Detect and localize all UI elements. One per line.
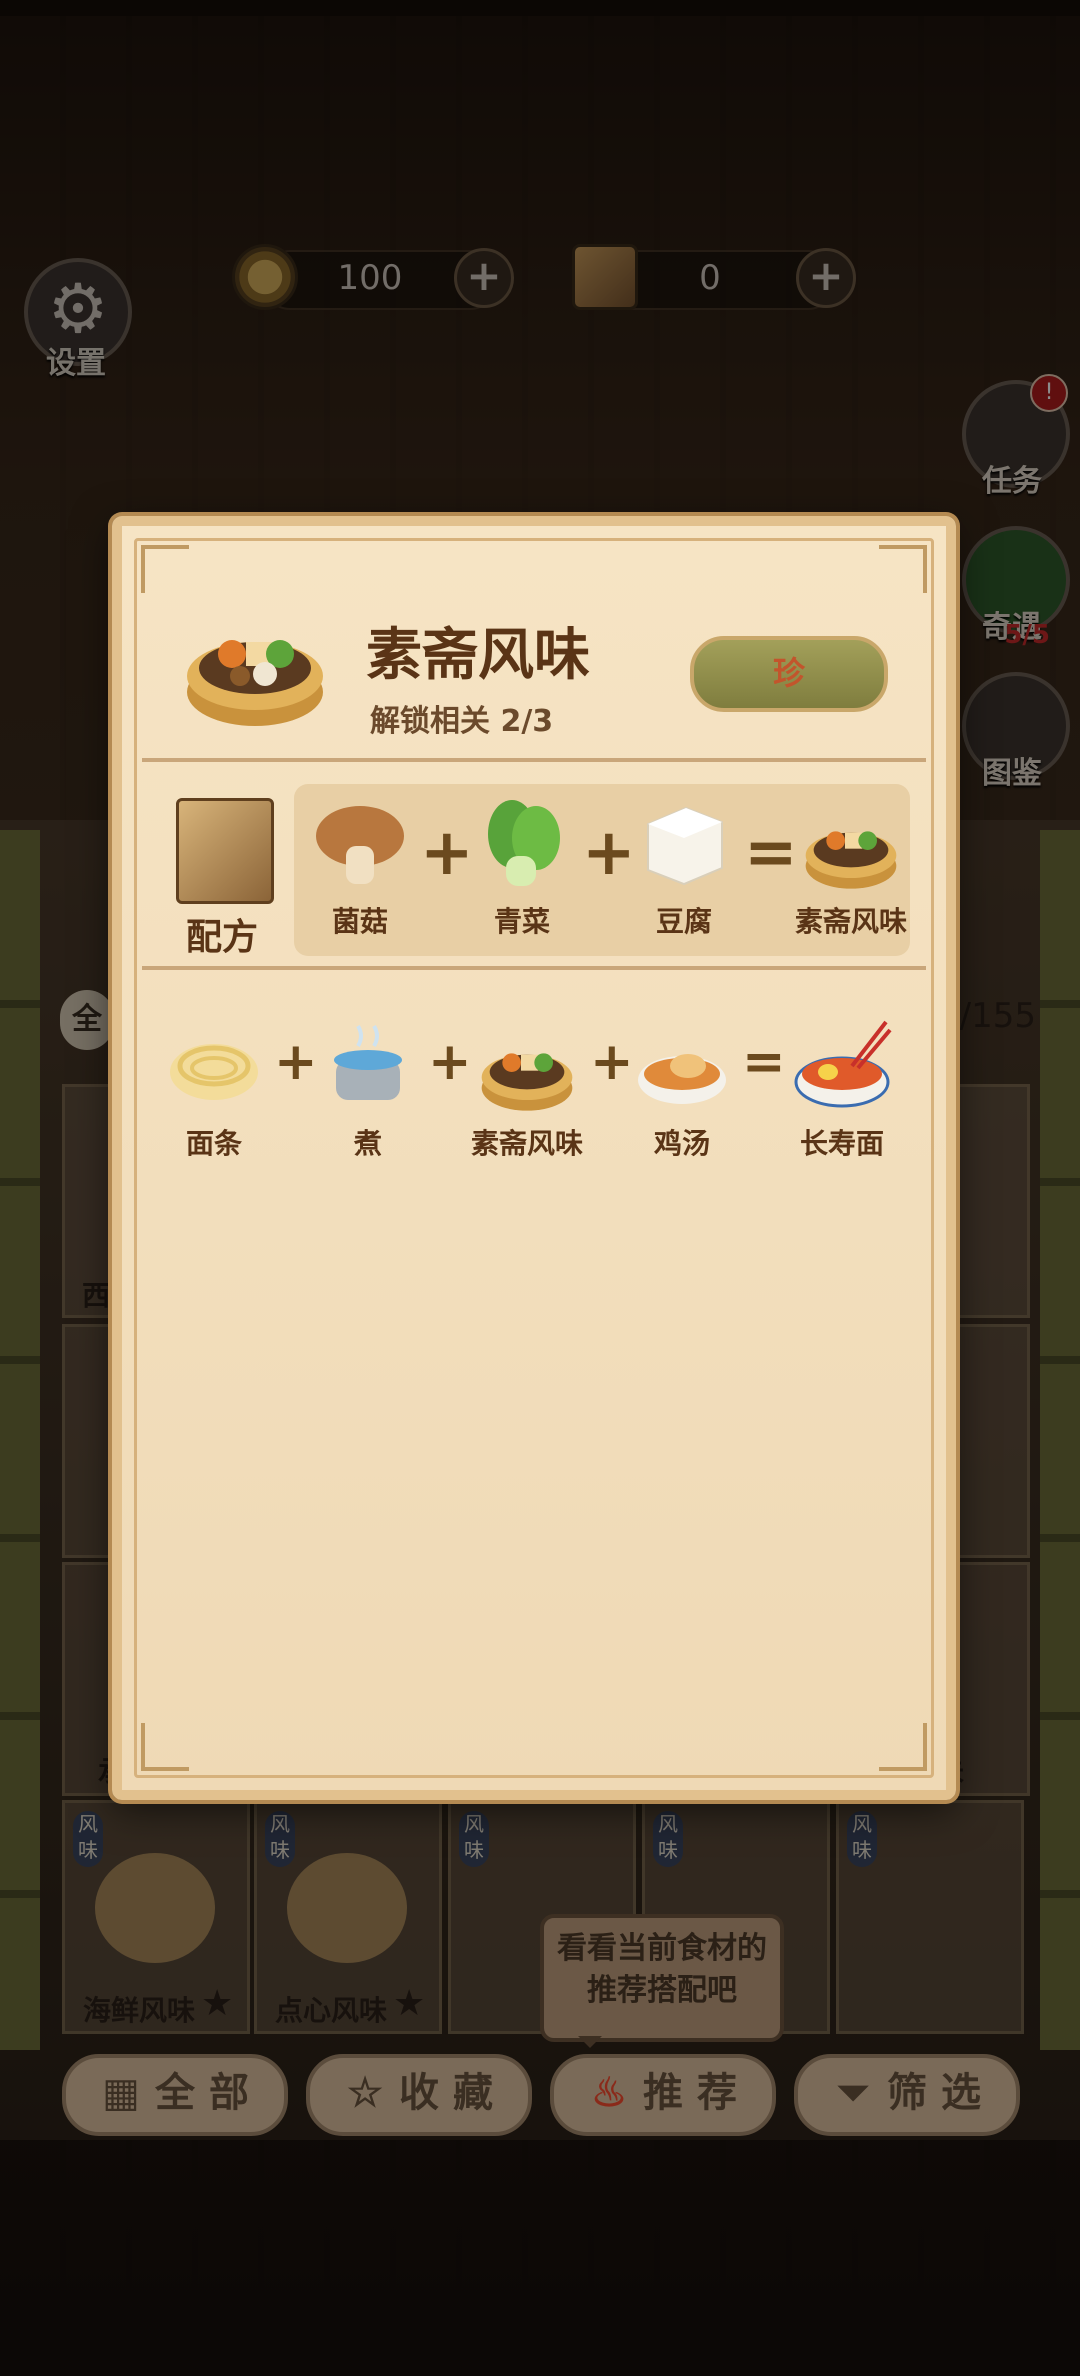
funnel-icon: ⏷	[837, 2069, 870, 2116]
boiling-pot-icon	[318, 1016, 418, 1116]
result-vegetarian-dish[interactable]: 素斋风味	[786, 794, 916, 940]
tab-all[interactable]: ▦ 全 部	[62, 2054, 288, 2136]
dish-title: 素斋风味	[366, 622, 590, 688]
dish-detail-modal: 素斋风味 解锁相关 2/3 珍 配方 菌菇 + 青菜 + 豆腐 = 素斋风味 面…	[112, 516, 956, 1800]
related-chicken-soup[interactable]: 鸡汤	[626, 1016, 738, 1162]
tab-filter-label: 筛 选	[887, 2069, 981, 2116]
recipe-label: 配方	[185, 916, 258, 958]
tab-recommend[interactable]: ♨ 推 荐	[550, 2054, 776, 2136]
corner-ornament	[141, 1723, 189, 1771]
longevity-noodles-icon	[792, 1016, 892, 1116]
chicken-soup-icon	[632, 1016, 732, 1116]
flame-icon: ♨	[591, 2069, 627, 2116]
bok-choy-icon	[472, 794, 572, 894]
ingredient-tofu[interactable]: 豆腐	[624, 794, 744, 940]
divider	[142, 758, 926, 762]
tab-all-label: 全 部	[155, 2069, 249, 2116]
ingredient-bok-choy[interactable]: 青菜	[462, 794, 582, 940]
ingredient-mushroom[interactable]: 菌菇	[300, 794, 420, 940]
related-name: 长寿面	[799, 1127, 884, 1160]
unlock-progress: 解锁相关 2/3	[370, 704, 554, 739]
tab-filter[interactable]: ⏷ 筛 选	[794, 2054, 1020, 2136]
ingredient-name: 豆腐	[655, 905, 712, 938]
grid-icon: ▦	[102, 2069, 140, 2116]
ingredient-name: 青菜	[493, 905, 550, 938]
related-boil[interactable]: 煮	[312, 1016, 424, 1162]
mushroom-icon	[310, 794, 410, 894]
related-longevity-noodles[interactable]: 长寿面	[782, 1016, 902, 1162]
related-vegetarian-dish[interactable]: 素斋风味	[462, 1016, 592, 1162]
noodles-icon	[164, 1016, 264, 1116]
tab-recommend-label: 推 荐	[643, 2069, 737, 2116]
tab-favorites-label: 收 藏	[399, 2069, 493, 2116]
vegetarian-dish-icon	[180, 584, 330, 734]
star-icon: ☆	[347, 2069, 383, 2116]
recommend-tooltip: 看看当前食材的推荐搭配吧	[540, 1914, 784, 2048]
related-name: 素斋风味	[470, 1127, 583, 1160]
tofu-icon	[634, 794, 734, 894]
ingredient-name: 素斋风味	[794, 905, 907, 938]
related-name: 煮	[353, 1127, 382, 1160]
ingredient-name: 菌菇	[331, 905, 388, 938]
equals-sign: =	[742, 1032, 786, 1092]
tab-favorites[interactable]: ☆ 收 藏	[306, 2054, 532, 2136]
corner-ornament	[879, 1723, 927, 1771]
recipe-book-icon	[176, 798, 274, 904]
vegetarian-dish-icon	[477, 1016, 577, 1116]
related-noodles[interactable]: 面条	[158, 1016, 270, 1162]
recipe-book: 配方	[162, 798, 282, 958]
corner-ornament	[879, 545, 927, 593]
divider	[142, 966, 926, 970]
related-name: 面条	[185, 1127, 242, 1160]
vegetarian-dish-icon	[801, 794, 901, 894]
related-name: 鸡汤	[653, 1127, 710, 1160]
rarity-badge: 珍	[690, 636, 888, 712]
